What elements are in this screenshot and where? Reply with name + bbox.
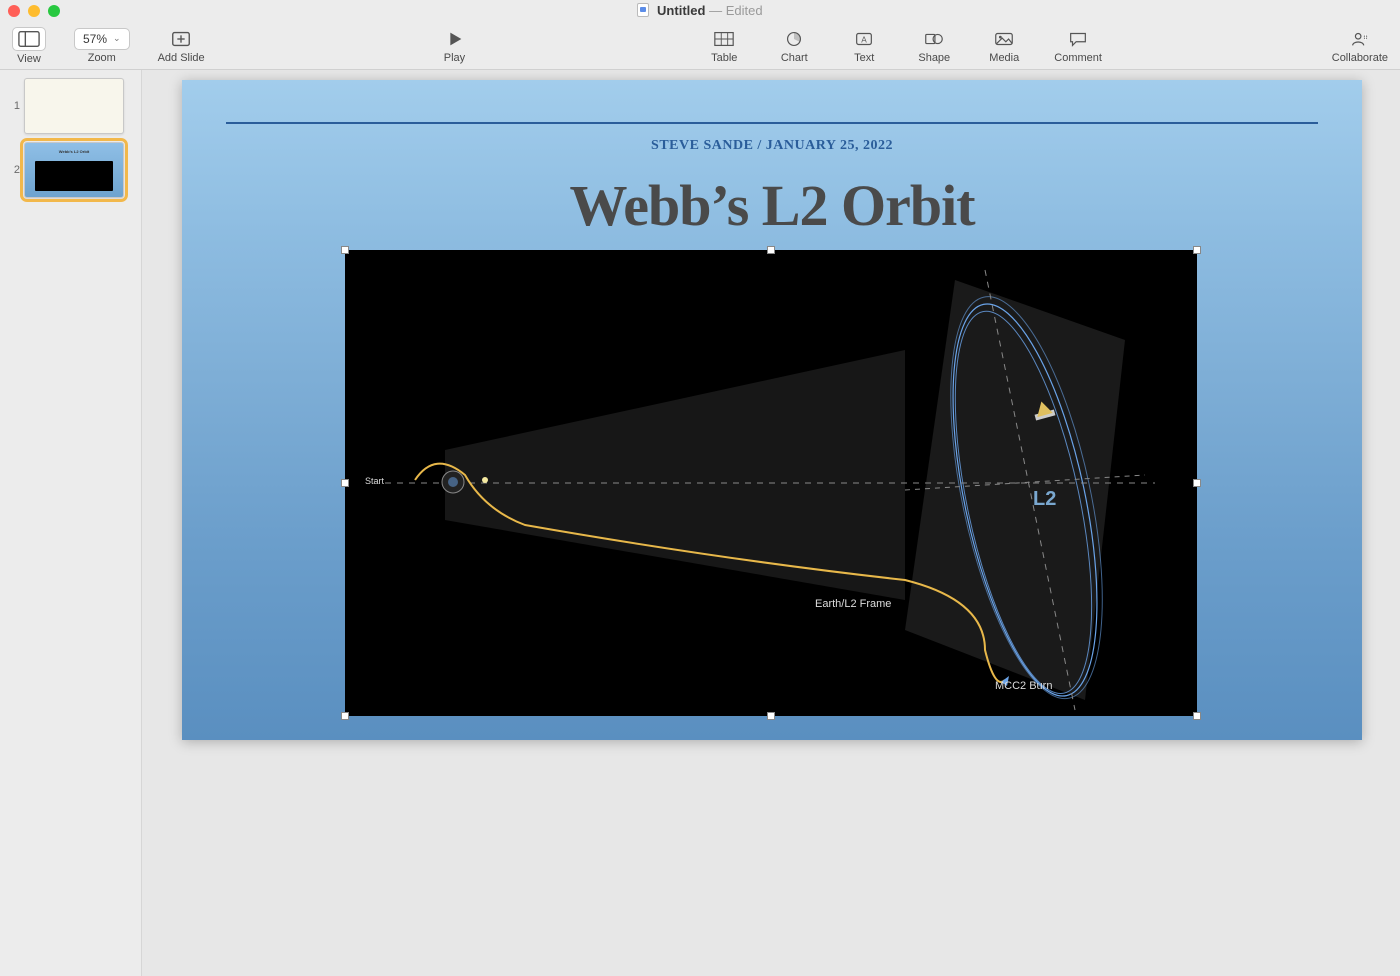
- resize-handle[interactable]: [341, 712, 349, 720]
- add-slide-icon: [161, 28, 201, 50]
- text-icon: A: [844, 28, 884, 50]
- svg-text:A: A: [862, 35, 868, 44]
- comment-icon: [1058, 28, 1098, 50]
- svg-text:L2: L2: [1033, 488, 1056, 510]
- resize-handle[interactable]: [1193, 246, 1201, 254]
- chart-button[interactable]: Chart: [774, 28, 814, 64]
- divider-line: [226, 122, 1318, 124]
- table-button[interactable]: Table: [704, 28, 744, 64]
- resize-handle[interactable]: [1193, 712, 1201, 720]
- collaborate-icon: [1340, 28, 1380, 50]
- sidebar-toggle-icon: [12, 27, 46, 51]
- byline-text[interactable]: STEVE SANDE / JANUARY 25, 2022: [182, 138, 1362, 154]
- media-button[interactable]: Media: [984, 28, 1024, 64]
- document-status: Edited: [726, 3, 763, 18]
- diagram-start-label: Start: [365, 476, 384, 486]
- slide-canvas[interactable]: STEVE SANDE / JANUARY 25, 2022 Webb’s L2…: [142, 70, 1400, 976]
- slide-thumbnail-2[interactable]: 2 Webb's L2 Orbit: [6, 142, 135, 198]
- diagram-burn-label: MCC2 Burn: [995, 680, 1052, 692]
- zoom-value: 57%: [83, 32, 107, 46]
- document-name: Untitled: [657, 3, 705, 18]
- table-icon: [704, 28, 744, 50]
- window-title: Untitled — Edited: [0, 3, 1400, 18]
- chart-icon: [774, 28, 814, 50]
- selected-image[interactable]: L2 Start Earth/L2 Frame MCC2 Burn: [345, 250, 1197, 716]
- resize-handle[interactable]: [767, 712, 775, 720]
- play-button[interactable]: Play: [434, 28, 474, 64]
- add-slide-button[interactable]: Add Slide: [158, 28, 205, 64]
- thumbnail-image: Webb's L2 Orbit: [24, 142, 124, 198]
- resize-handle[interactable]: [1193, 479, 1201, 487]
- resize-handle[interactable]: [767, 246, 775, 254]
- document-icon: [637, 3, 649, 17]
- thumbnail-image: [24, 78, 124, 134]
- comment-button[interactable]: Comment: [1054, 28, 1102, 64]
- headline-text[interactable]: Webb’s L2 Orbit: [182, 172, 1362, 239]
- view-button[interactable]: View: [12, 27, 46, 65]
- shape-button[interactable]: Shape: [914, 28, 954, 64]
- toolbar: View 57% ⌄ Zoom Add Slide Play Ta: [0, 22, 1400, 70]
- shape-icon: [914, 28, 954, 50]
- chevron-down-icon: ⌄: [113, 33, 121, 44]
- zoom-dropdown[interactable]: 57% ⌄ Zoom: [74, 28, 130, 64]
- titlebar: Untitled — Edited: [0, 0, 1400, 22]
- text-button[interactable]: A Text: [844, 28, 884, 64]
- resize-handle[interactable]: [341, 479, 349, 487]
- slide-thumbnail-1[interactable]: 1: [6, 78, 135, 134]
- resize-handle[interactable]: [341, 246, 349, 254]
- document-status-separator: —: [709, 3, 726, 18]
- play-icon: [434, 28, 474, 50]
- slide[interactable]: STEVE SANDE / JANUARY 25, 2022 Webb’s L2…: [182, 80, 1362, 740]
- collaborate-button[interactable]: Collaborate: [1332, 28, 1388, 64]
- workspace: 1 2 Webb's L2 Orbit STEVE SANDE / JANUAR…: [0, 70, 1400, 976]
- diagram-frame-label: Earth/L2 Frame: [815, 598, 891, 610]
- orbit-diagram-image: L2 Start Earth/L2 Frame MCC2 Burn: [345, 250, 1197, 716]
- media-icon: [984, 28, 1024, 50]
- slide-navigator: 1 2 Webb's L2 Orbit: [0, 70, 142, 976]
